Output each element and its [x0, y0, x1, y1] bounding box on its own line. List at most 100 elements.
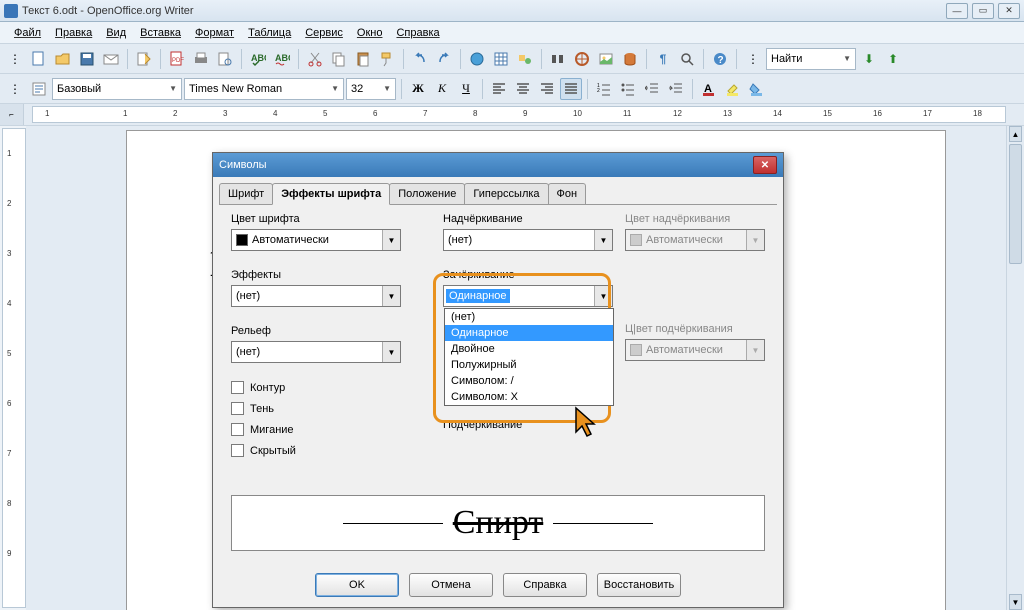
- tab-font-effects[interactable]: Эффекты шрифта: [272, 183, 390, 205]
- new-doc-icon[interactable]: [28, 48, 50, 70]
- navigator-icon[interactable]: [571, 48, 593, 70]
- font-name-combo[interactable]: Times New Roman▼: [184, 78, 344, 100]
- svg-text:ABC: ABC: [275, 53, 290, 63]
- combo-strike[interactable]: Одинарное ▼ (нет)ОдинарноеДвойноеПолужир…: [443, 285, 613, 307]
- menu-format[interactable]: Формат: [189, 25, 240, 41]
- strike-option[interactable]: Полужирный: [445, 357, 613, 373]
- font-size-combo[interactable]: 32▼: [346, 78, 396, 100]
- dialog-close-button[interactable]: ✕: [753, 156, 777, 174]
- menu-edit[interactable]: Правка: [49, 25, 98, 41]
- show-draw-icon[interactable]: [514, 48, 536, 70]
- mail-icon[interactable]: [100, 48, 122, 70]
- table-icon[interactable]: [490, 48, 512, 70]
- combo-relief[interactable]: (нет) ▼: [231, 341, 401, 363]
- maximize-button[interactable]: ▭: [972, 3, 994, 19]
- dialog-titlebar[interactable]: Символы ✕: [213, 153, 783, 177]
- svg-text:PDF: PDF: [172, 58, 184, 64]
- check-blink[interactable]: Мигание: [231, 423, 401, 436]
- strike-option[interactable]: (нет): [445, 309, 613, 325]
- copy-icon[interactable]: [328, 48, 350, 70]
- indent-dec-icon[interactable]: [641, 78, 663, 100]
- cut-icon[interactable]: [304, 48, 326, 70]
- check-shadow[interactable]: Тень: [231, 402, 401, 415]
- label-overline-color: Цвет надчёркивания: [625, 213, 765, 225]
- align-center-icon[interactable]: [512, 78, 534, 100]
- strike-dropdown-list[interactable]: (нет)ОдинарноеДвойноеПолужирныйСимволом:…: [444, 308, 614, 406]
- list-num-icon[interactable]: 12: [593, 78, 615, 100]
- menu-help[interactable]: Справка: [390, 25, 445, 41]
- print-icon[interactable]: [190, 48, 212, 70]
- bg-color-icon[interactable]: [746, 78, 768, 100]
- nonprint-icon[interactable]: ¶: [652, 48, 674, 70]
- menu-window[interactable]: Окно: [351, 25, 389, 41]
- autospell-icon[interactable]: ABC: [271, 48, 293, 70]
- label-effects: Эффекты: [231, 269, 401, 281]
- align-left-icon[interactable]: [488, 78, 510, 100]
- find-icon[interactable]: [547, 48, 569, 70]
- scroll-thumb[interactable]: [1009, 144, 1022, 264]
- align-right-icon[interactable]: [536, 78, 558, 100]
- datasource-icon[interactable]: [619, 48, 641, 70]
- close-button[interactable]: ✕: [998, 3, 1020, 19]
- find-prev-icon[interactable]: ⬆: [882, 48, 904, 70]
- list-bullet-icon[interactable]: [617, 78, 639, 100]
- check-outline[interactable]: Контур: [231, 381, 401, 394]
- strike-option[interactable]: Символом: /: [445, 373, 613, 389]
- menu-view[interactable]: Вид: [100, 25, 132, 41]
- find-next-icon[interactable]: ⬇: [858, 48, 880, 70]
- minimize-button[interactable]: —: [946, 3, 968, 19]
- size-value: 32: [351, 83, 363, 95]
- tab-background[interactable]: Фон: [548, 183, 587, 204]
- combo-overline[interactable]: (нет) ▼: [443, 229, 613, 251]
- highlight-icon[interactable]: [722, 78, 744, 100]
- paragraph-style-combo[interactable]: Базовый▼: [52, 78, 182, 100]
- help-icon[interactable]: ?: [709, 48, 731, 70]
- menu-table[interactable]: Таблица: [242, 25, 297, 41]
- strike-option[interactable]: Символом: X: [445, 389, 613, 405]
- tab-hyperlink[interactable]: Гиперссылка: [464, 183, 548, 204]
- horizontal-ruler[interactable]: 1123456789101112131415161718: [32, 106, 1006, 123]
- pdf-icon[interactable]: PDF: [166, 48, 188, 70]
- menu-file[interactable]: Файл: [8, 25, 47, 41]
- grip-icon: ⋮: [4, 48, 26, 70]
- strike-option[interactable]: Двойное: [445, 341, 613, 357]
- strike-option[interactable]: Одинарное: [445, 325, 613, 341]
- undo-icon[interactable]: [409, 48, 431, 70]
- open-icon[interactable]: [52, 48, 74, 70]
- italic-icon[interactable]: К: [431, 78, 453, 100]
- paint-format-icon[interactable]: [376, 48, 398, 70]
- styles-icon[interactable]: [28, 78, 50, 100]
- help-button[interactable]: Справка: [503, 573, 587, 597]
- combo-effects[interactable]: (нет) ▼: [231, 285, 401, 307]
- combo-font-color[interactable]: Автоматически ▼: [231, 229, 401, 251]
- align-justify-icon[interactable]: [560, 78, 582, 100]
- cancel-button[interactable]: Отмена: [409, 573, 493, 597]
- find-combo[interactable]: Найти▼: [766, 48, 856, 70]
- check-hidden[interactable]: Скрытый: [231, 444, 401, 457]
- scroll-up-icon[interactable]: ▲: [1009, 126, 1022, 142]
- vertical-ruler[interactable]: 123456789: [2, 128, 26, 608]
- combo-underline-color: Автоматически ▼: [625, 339, 765, 361]
- bold-icon[interactable]: Ж: [407, 78, 429, 100]
- paste-icon[interactable]: [352, 48, 374, 70]
- gallery-icon[interactable]: [595, 48, 617, 70]
- font-color-icon[interactable]: A: [698, 78, 720, 100]
- menu-tools[interactable]: Сервис: [299, 25, 349, 41]
- dialog-body: Цвет шрифта Автоматически ▼ Эффекты (нет…: [213, 205, 783, 555]
- menu-insert[interactable]: Вставка: [134, 25, 187, 41]
- hyperlink-icon[interactable]: [466, 48, 488, 70]
- reset-button[interactable]: Восстановить: [597, 573, 681, 597]
- underline-icon[interactable]: Ч: [455, 78, 477, 100]
- spellcheck-icon[interactable]: ABC: [247, 48, 269, 70]
- ok-button[interactable]: OK: [315, 573, 399, 597]
- indent-inc-icon[interactable]: [665, 78, 687, 100]
- tab-font[interactable]: Шрифт: [219, 183, 273, 204]
- tab-position[interactable]: Положение: [389, 183, 465, 204]
- zoom-icon[interactable]: [676, 48, 698, 70]
- save-icon[interactable]: [76, 48, 98, 70]
- vertical-scrollbar[interactable]: ▲ ▼: [1006, 126, 1024, 610]
- preview-icon[interactable]: [214, 48, 236, 70]
- redo-icon[interactable]: [433, 48, 455, 70]
- edit-doc-icon[interactable]: [133, 48, 155, 70]
- scroll-down-icon[interactable]: ▼: [1009, 594, 1022, 610]
